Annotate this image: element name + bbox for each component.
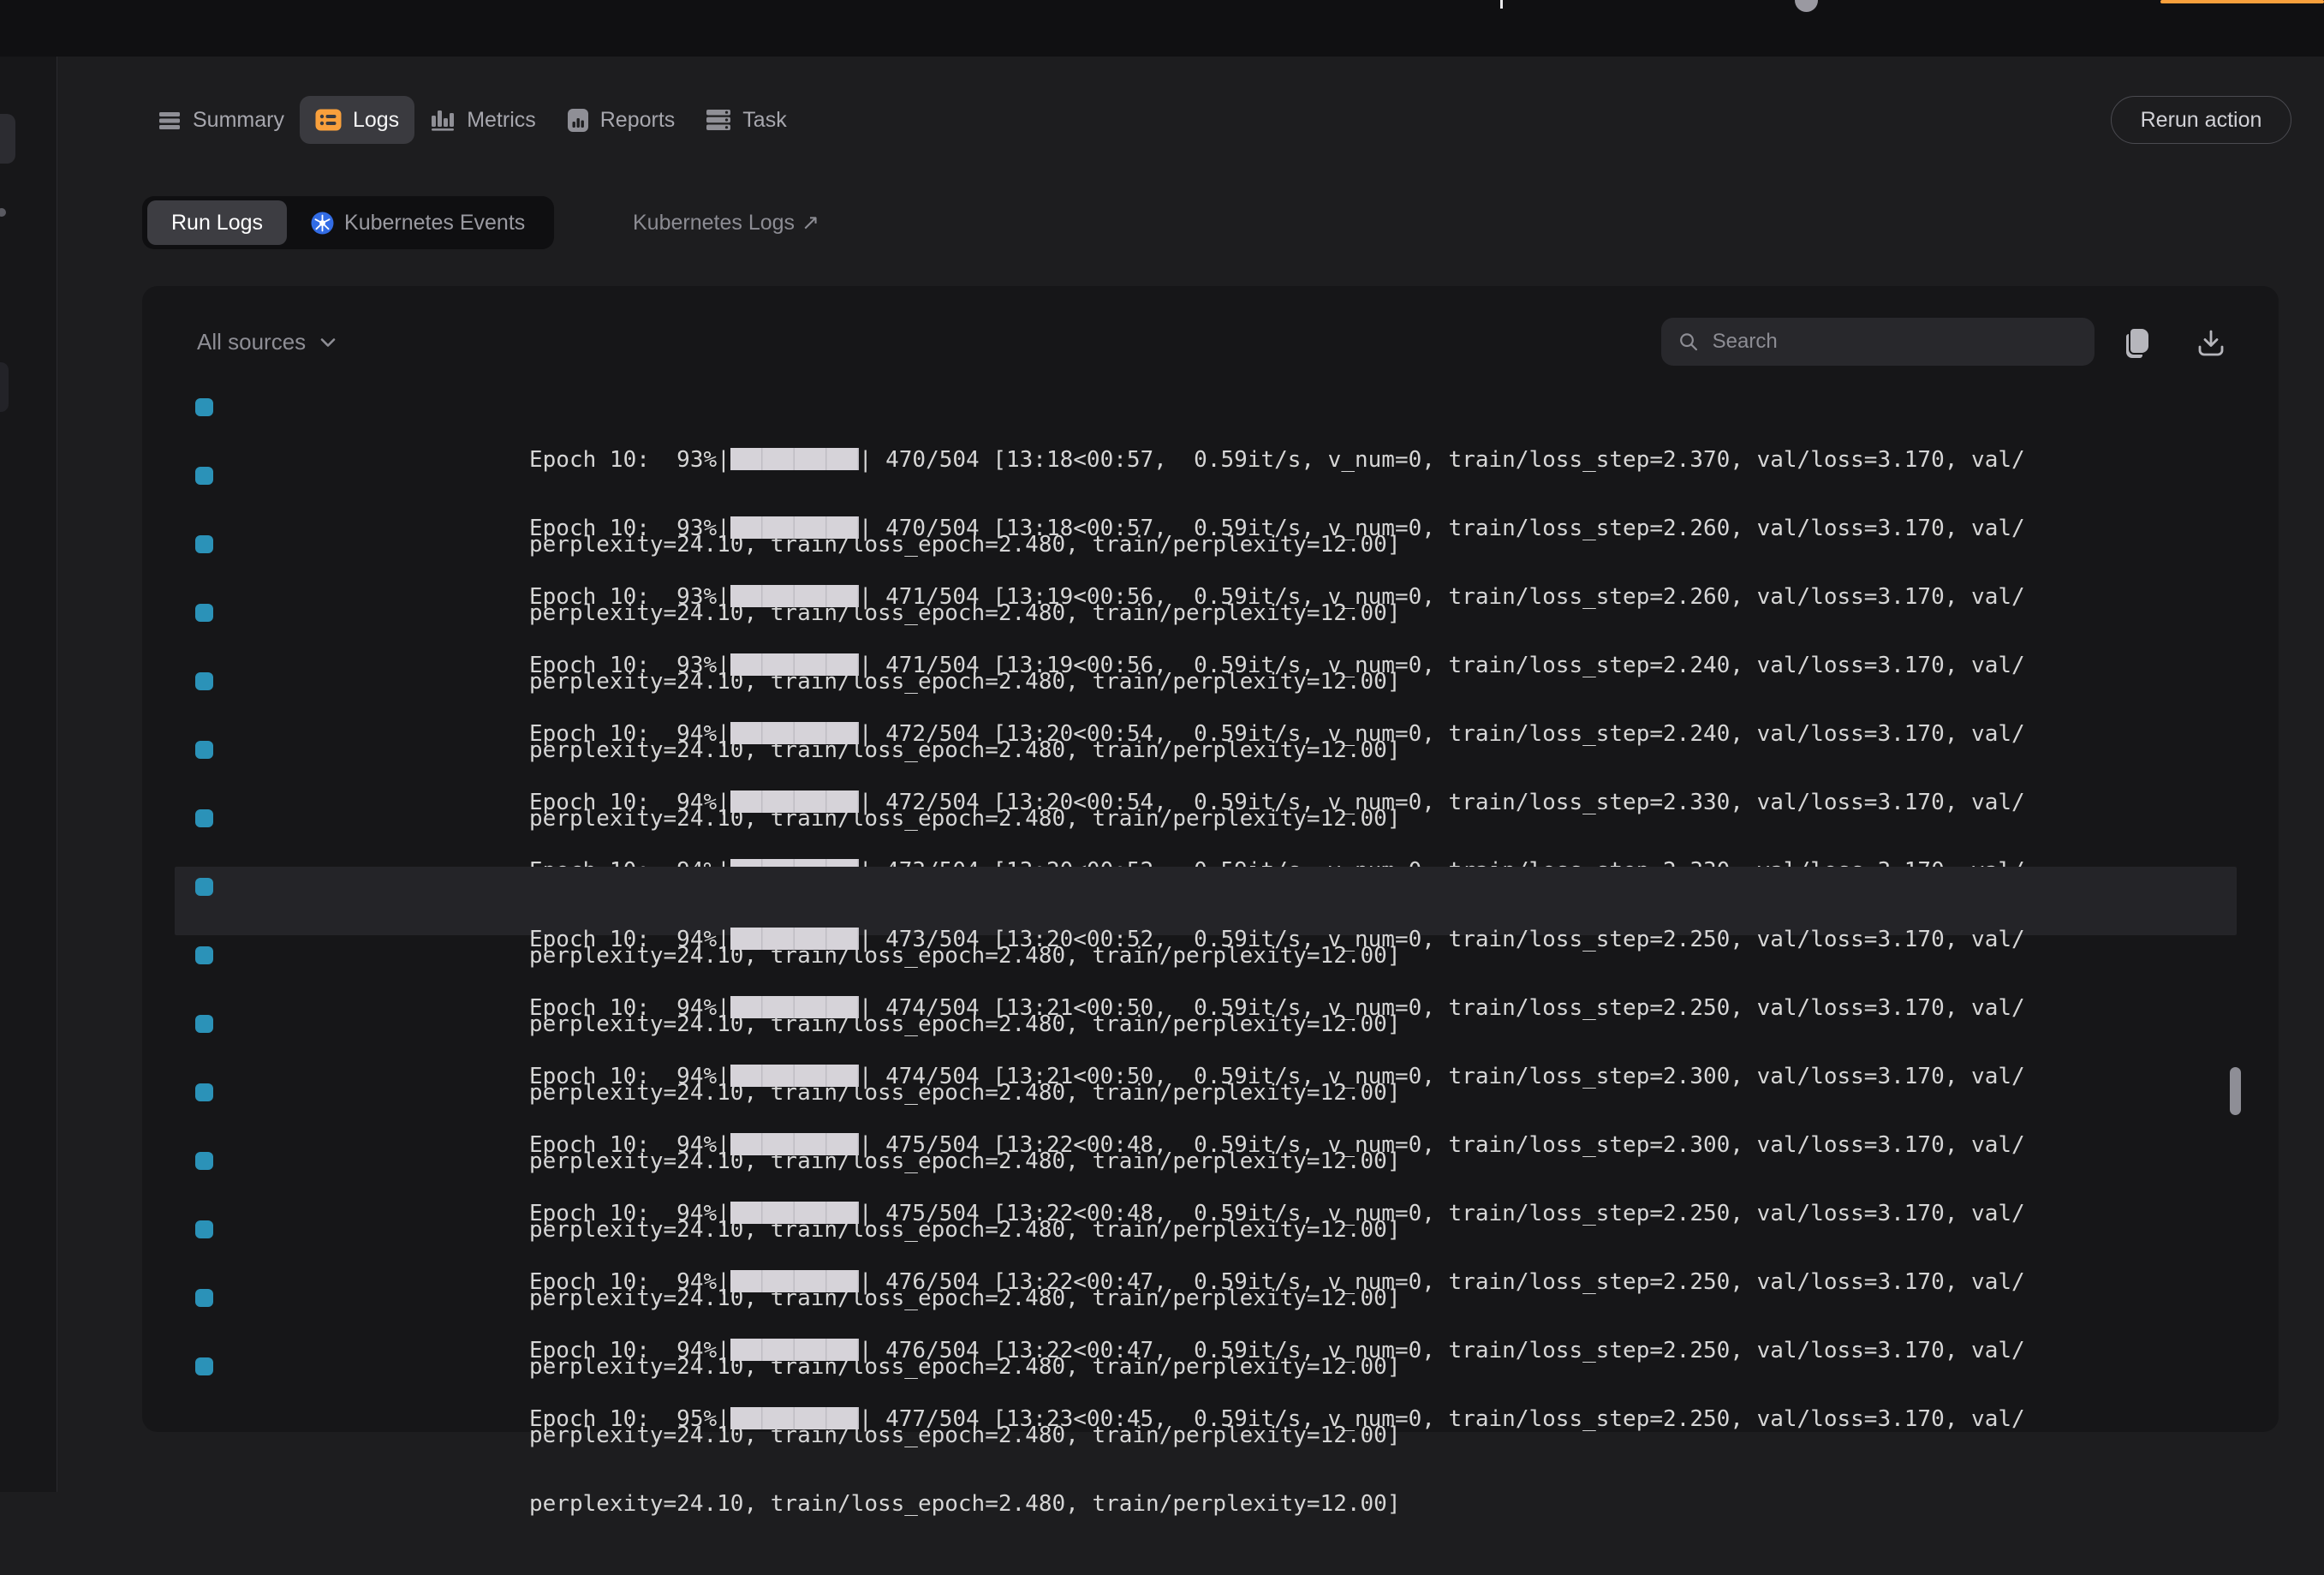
log-level-bullet (195, 535, 213, 553)
log-row[interactable]: Epoch 10: 95%|| 477/504 [13:23<00:45, 0.… (175, 1346, 2237, 1415)
tab-logs[interactable]: Logs (300, 96, 414, 144)
subtab-label: Run Logs (171, 211, 263, 236)
run-logs-panel: All sources Epoch 10: 93%|| 470/504 [13:… (142, 286, 2279, 1432)
tab-label: Reports (600, 108, 676, 133)
log-row[interactable]: Epoch 10: 94%|| 473/504 [13:20<00:52, 0.… (175, 798, 2237, 867)
log-level-bullet (195, 809, 213, 827)
top-bar (0, 0, 2324, 57)
sidebar-item-partial[interactable] (0, 114, 15, 164)
chevron-down-icon (318, 332, 338, 353)
log-scrollbar-thumb[interactable] (2230, 1067, 2241, 1115)
log-row[interactable]: Epoch 10: 94%|| 472/504 [13:20<00:54, 0.… (175, 661, 2237, 730)
tab-label: Logs (353, 108, 399, 133)
tab-label: Task (742, 108, 786, 133)
log-text: Epoch 10: 95%|| 477/504 [13:23<00:45, 0.… (529, 1349, 2025, 1575)
log-row[interactable]: Epoch 10: 94%|| 473/504 [13:20<00:52, 0.… (175, 867, 2237, 935)
log-row[interactable]: Epoch 10: 93%|| 471/504 [13:19<00:56, 0.… (175, 524, 2237, 593)
subtab-run-logs[interactable]: Run Logs (147, 200, 287, 245)
log-row[interactable]: Epoch 10: 94%|| 472/504 [13:20<00:54, 0.… (175, 730, 2237, 798)
log-row[interactable]: Epoch 10: 94%|| 475/504 [13:22<00:48, 0.… (175, 1072, 2237, 1141)
log-row[interactable]: Epoch 10: 93%|| 470/504 [13:18<00:57, 0.… (175, 387, 2237, 456)
log-row[interactable]: Epoch 10: 94%|| 474/504 [13:21<00:50, 0.… (175, 1004, 2237, 1072)
log-row[interactable]: Epoch 10: 94%|| 474/504 [13:21<00:50, 0.… (175, 935, 2237, 1004)
tab-label: Metrics (467, 108, 536, 133)
log-level-bullet (195, 1289, 213, 1307)
report-doc-icon (567, 108, 589, 133)
user-avatar[interactable] (1795, 0, 1818, 12)
log-level-bullet (195, 946, 213, 964)
source-filter-dropdown[interactable]: All sources (197, 329, 338, 355)
summary-lines-icon (158, 108, 182, 132)
log-level-bullet (195, 604, 213, 622)
download-icon (2196, 328, 2226, 357)
log-row[interactable]: Epoch 10: 93%|| 471/504 [13:19<00:56, 0.… (175, 593, 2237, 661)
progress-bar (730, 1407, 859, 1429)
log-row[interactable]: Epoch 10: 93%|| 470/504 [13:18<00:57, 0.… (175, 456, 2237, 524)
kubernetes-logs-link[interactable]: Kubernetes Logs ↗ (633, 196, 819, 249)
download-logs-button[interactable] (2192, 324, 2230, 361)
log-level-bullet (195, 741, 213, 759)
tab-reports[interactable]: Reports (551, 96, 691, 144)
copy-logs-button[interactable] (2118, 324, 2156, 361)
kubernetes-icon (311, 212, 334, 235)
rerun-action-button[interactable]: Rerun action (2111, 96, 2291, 144)
log-row[interactable]: Epoch 10: 94%|| 475/504 [13:22<00:48, 0.… (175, 1141, 2237, 1209)
accent-progress-line (2160, 0, 2324, 3)
subtab-kubernetes-events[interactable]: Kubernetes Events (287, 200, 549, 245)
log-level-bullet (195, 467, 213, 485)
search-input[interactable] (1711, 329, 2077, 355)
detail-tabs: Summary Logs Metrics Reports Task (142, 96, 802, 144)
stack-icon (706, 108, 731, 132)
log-rows: Epoch 10: 93%|| 470/504 [13:18<00:57, 0.… (175, 387, 2237, 1415)
copy-icon (2123, 327, 2152, 358)
caret-mark (1500, 0, 1503, 9)
log-search (1661, 318, 2095, 366)
search-icon (1678, 331, 1699, 353)
log-level-bullet (195, 398, 213, 416)
bar-chart-icon (430, 108, 456, 132)
tab-task[interactable]: Task (690, 96, 801, 144)
left-sidebar (0, 57, 57, 1492)
sidebar-item-partial[interactable] (0, 362, 9, 412)
log-level-bullet (195, 672, 213, 690)
log-level-bullet (195, 1357, 213, 1375)
log-level-bullet (195, 1015, 213, 1033)
tab-summary[interactable]: Summary (142, 96, 300, 144)
logs-subtabs: Run Logs Kubernetes Events (142, 196, 554, 249)
link-label: Kubernetes Logs (633, 211, 795, 236)
source-filter-label: All sources (197, 329, 306, 355)
logs-card-icon (315, 108, 342, 132)
log-level-bullet (195, 878, 213, 896)
log-row[interactable]: Epoch 10: 94%|| 476/504 [13:22<00:47, 0.… (175, 1278, 2237, 1346)
subtab-label: Kubernetes Events (344, 211, 525, 236)
log-level-bullet (195, 1220, 213, 1238)
tab-label: Summary (193, 108, 284, 133)
external-link-icon: ↗ (801, 210, 819, 236)
sidebar-dot (0, 208, 6, 217)
log-level-bullet (195, 1083, 213, 1101)
tab-metrics[interactable]: Metrics (414, 96, 551, 144)
log-row[interactable]: Epoch 10: 94%|| 476/504 [13:22<00:47, 0.… (175, 1209, 2237, 1278)
log-level-bullet (195, 1152, 213, 1170)
